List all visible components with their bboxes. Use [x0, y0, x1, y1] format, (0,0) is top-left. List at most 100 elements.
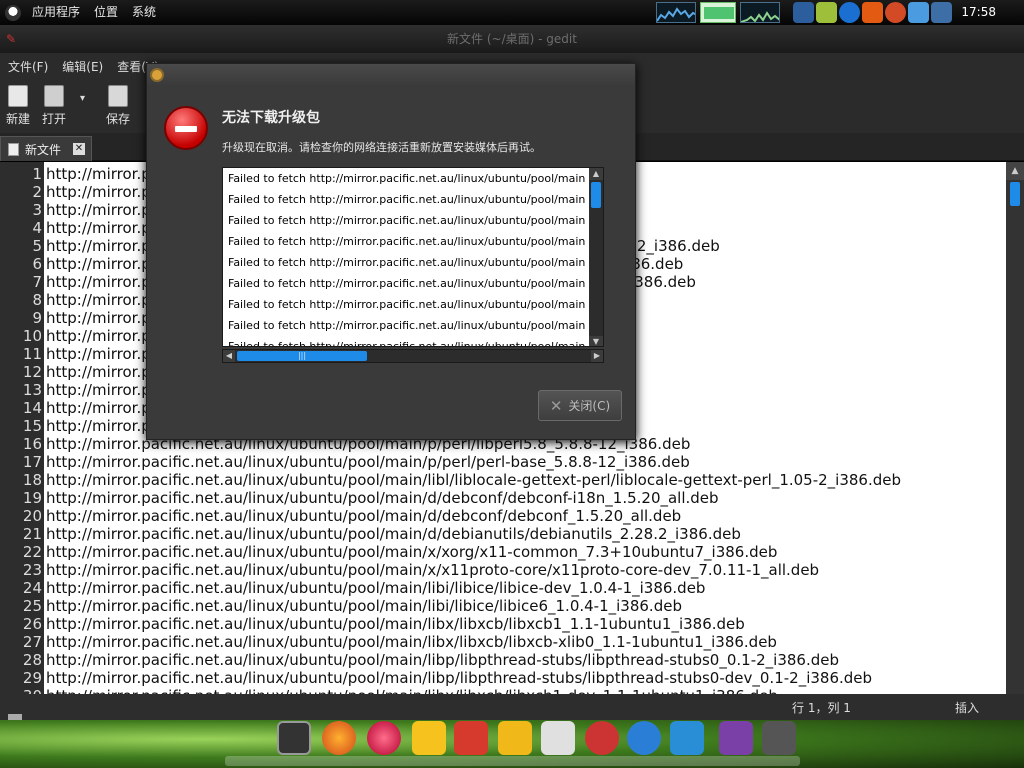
save-disk-icon [108, 85, 128, 107]
insert-mode: 插入 [955, 701, 980, 715]
dialog-heading: 无法下载升级包 [222, 110, 320, 126]
mascot-tray-icon[interactable] [816, 2, 837, 23]
editor-line[interactable]: 22 http://mirror.pacific.net.au/linux/ubu… [0, 543, 1006, 561]
line-number: 26 [22, 615, 42, 633]
log-line: Failed to fetch http://mirror.pacific.ne… [228, 298, 586, 311]
close-button[interactable]: ✕ 关闭(C) [538, 390, 622, 421]
editor-line[interactable]: 20 http://mirror.pacific.net.au/linux/ubu… [0, 507, 1006, 525]
line-number: 16 [22, 435, 42, 453]
error-log-textview[interactable]: Failed to fetch http://mirror.pacific.ne… [222, 167, 604, 347]
update-manager-icon [150, 68, 164, 82]
display-icon[interactable] [719, 721, 753, 755]
editor-vertical-scrollbar[interactable]: ▲ [1006, 162, 1024, 694]
log-vertical-scrollbar[interactable]: ▲ ▼ [589, 168, 603, 346]
open-recent-arrow[interactable]: ▾ [80, 93, 85, 104]
upgrade-error-dialog: 无法下载升级包 升级现在取消。请检查你的网络连接活重新放置安装媒体后再试。 Fa… [146, 63, 636, 440]
line-number: 19 [22, 489, 42, 507]
firefox-icon[interactable] [322, 721, 356, 755]
log-scroll-up-icon[interactable]: ▲ [589, 168, 603, 180]
line-number: 3 [32, 201, 42, 219]
line-number: 17 [22, 453, 42, 471]
terminal-icon[interactable] [277, 721, 311, 755]
scroll-thumb[interactable] [1010, 182, 1020, 206]
clock[interactable]: 17:58 [961, 0, 996, 25]
save-button[interactable]: 保存 [106, 85, 130, 127]
line-text: http://mirror.pacific.net.au/linux/ubunt… [46, 597, 682, 615]
line-text: http://mirror.pacific.net.au/linux/ubunt… [46, 633, 777, 651]
editor-line[interactable]: 21 http://mirror.pacific.net.au/linux/ubu… [0, 525, 1006, 543]
line-text: http://mirror.pacific.net.au/linux/ubunt… [46, 507, 682, 525]
editor-line[interactable]: 24 http://mirror.pacific.net.au/linux/ubu… [0, 579, 1006, 597]
editor-line[interactable]: 28 http://mirror.pacific.net.au/linux/ubu… [0, 651, 1006, 669]
folder-icon[interactable] [412, 721, 446, 755]
menu-edit[interactable]: 编辑(E) [54, 58, 109, 75]
log-vertical-thumb[interactable] [591, 182, 601, 208]
editor-line[interactable]: 26 http://mirror.pacific.net.au/linux/ubu… [0, 615, 1006, 633]
power-icon[interactable] [454, 721, 488, 755]
cursor-position: 行 1，列 1 [792, 701, 851, 715]
package-icon[interactable] [541, 721, 575, 755]
editor-line[interactable]: 30 http://mirror.pacific.net.au/linux/ubu… [0, 687, 1006, 694]
ie-icon[interactable] [627, 721, 661, 755]
cpu-graph [656, 2, 696, 23]
new-button-label: 新建 [6, 112, 31, 126]
scroll-up-arrow-icon[interactable]: ▲ [1006, 162, 1024, 180]
new-button[interactable]: 新建 [6, 85, 30, 127]
dialog-message: 升级现在取消。请检查你的网络连接活重新放置安装媒体后再试。 [222, 141, 541, 154]
desktop: 应用程序 位置 系统 17:58 ✎ 新文件 (~/桌面) - gedit 文件… [0, 0, 1024, 768]
log-line: Failed to fetch http://mirror.pacific.ne… [228, 256, 586, 269]
compass-tray-icon[interactable] [885, 2, 906, 23]
editor-line[interactable]: 29 http://mirror.pacific.net.au/linux/ubu… [0, 669, 1006, 687]
line-number: 10 [22, 327, 42, 345]
dialog-titlebar[interactable] [147, 64, 635, 86]
feather-icon[interactable] [670, 721, 704, 755]
memory-graph [700, 2, 736, 23]
line-text: http://mirror.pacific.net.au/linux/ubunt… [46, 471, 902, 489]
log-horizontal-scrollbar[interactable]: ◀ ||| ▶ [222, 349, 604, 363]
new-document-icon [8, 85, 28, 107]
panel-menu-applications[interactable]: 应用程序 [25, 0, 87, 25]
panel-menus: 应用程序 位置 系统 [25, 0, 163, 25]
line-number: 8 [32, 291, 42, 309]
trash-icon[interactable] [762, 721, 796, 755]
log-scroll-right-icon[interactable]: ▶ [591, 350, 603, 362]
star-folder-icon[interactable] [498, 721, 532, 755]
media-player-icon[interactable] [367, 721, 401, 755]
editor-line[interactable]: 19 http://mirror.pacific.net.au/linux/ubu… [0, 489, 1006, 507]
menu-file[interactable]: 文件(F) [0, 58, 54, 75]
log-scroll-down-icon[interactable]: ▼ [589, 336, 603, 346]
blue-app-tray-icon[interactable] [908, 2, 929, 23]
panel-menu-places[interactable]: 位置 [87, 0, 125, 25]
line-text: http://mirror.pacific.net.au/linux/ubunt… [46, 525, 741, 543]
open-button[interactable]: 打开 [42, 85, 66, 127]
editor-line[interactable]: 27 http://mirror.pacific.net.au/linux/ubu… [0, 633, 1006, 651]
save-button-label: 保存 [106, 112, 131, 126]
log-line: Failed to fetch http://mirror.pacific.ne… [228, 193, 586, 206]
log-horizontal-thumb[interactable]: ||| [237, 351, 367, 361]
line-number: 14 [22, 399, 42, 417]
line-number: 30 [0, 687, 42, 694]
editor-line[interactable]: 23 http://mirror.pacific.net.au/linux/ubu… [0, 561, 1006, 579]
panel-menu-system[interactable]: 系统 [125, 0, 163, 25]
status-bar: 行 1，列 1 插入 [0, 694, 1024, 720]
editor-line[interactable]: 18 http://mirror.pacific.net.au/linux/ubu… [0, 471, 1006, 489]
editor-line[interactable]: 25 http://mirror.pacific.net.au/linux/ubu… [0, 597, 1006, 615]
line-number: 27 [22, 633, 42, 651]
gnome-foot-icon[interactable] [5, 4, 21, 21]
network-tray-icon[interactable] [931, 2, 952, 23]
line-text: http://mirror.pacific.net.au/linux/ubunt… [46, 453, 690, 471]
line-text: http://mirror.pacific.net.au/linux/ubunt… [46, 543, 778, 561]
editor-line[interactable]: 17 http://mirror.pacific.net.au/linux/ubu… [0, 453, 1006, 471]
star-burst-tray-icon[interactable] [862, 2, 883, 23]
feather-tray-icon[interactable] [793, 2, 814, 23]
log-line: Failed to fetch http://mirror.pacific.ne… [228, 319, 586, 332]
line-number: 25 [22, 597, 42, 615]
chart-icon[interactable] [585, 721, 619, 755]
swirl-tray-icon[interactable] [839, 2, 860, 23]
tab-close-icon[interactable]: ✕ [73, 143, 85, 155]
tab-new-file[interactable]: 新文件 ✕ [0, 136, 92, 161]
line-number: 21 [22, 525, 42, 543]
log-scroll-left-icon[interactable]: ◀ [223, 350, 235, 362]
close-button-label: 关闭(C) [568, 399, 611, 413]
line-number: 15 [22, 417, 42, 435]
